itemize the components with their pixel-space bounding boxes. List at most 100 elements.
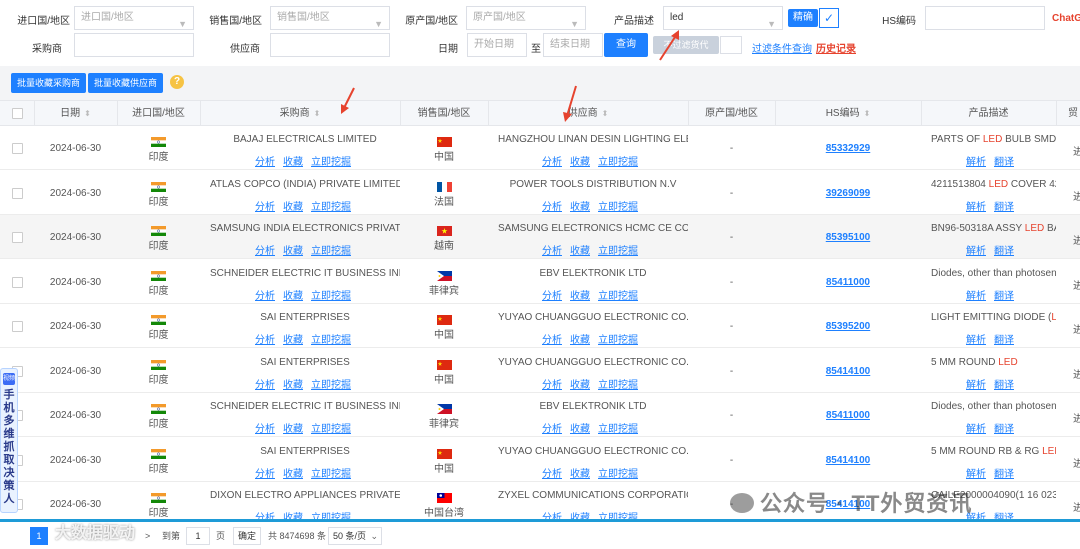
mine-link[interactable]: 立即挖掘 [598,246,638,257]
page-size-select[interactable]: 50 条/页 ⌄ [328,527,382,545]
translate-link[interactable]: 翻译 [994,157,1014,168]
collect-link[interactable]: 收藏 [283,157,303,168]
table-row[interactable]: 2024-06-30 印度 BAJAJ ELECTRICALS LIMITED 分析收… [0,126,1080,170]
table-row[interactable]: 2024-06-30 印度 SCHNEIDER ELECTRIC IT BUSINE… [0,259,1080,304]
row-hs-code[interactable]: 85411000 [775,410,921,421]
translate-link[interactable]: 翻译 [994,246,1014,257]
parse-link[interactable]: 解析 [966,335,986,346]
collect-link[interactable]: 收藏 [283,469,303,480]
mine-link[interactable]: 立即挖掘 [598,202,638,213]
end-date-input[interactable]: 结束日期 [543,33,603,57]
mine-link[interactable]: 立即挖掘 [598,424,638,435]
row-supplier[interactable]: EBV ELEKTRONIK LTD [498,268,688,279]
row-checkbox[interactable] [12,276,23,288]
row-supplier[interactable]: YUYAO CHUANGGUO ELECTRONIC CO.,LT [498,446,688,457]
mine-link[interactable]: 立即挖掘 [598,335,638,346]
row-buyer[interactable]: BAJAJ ELECTRICALS LIMITED [210,134,400,145]
analyze-link[interactable]: 分析 [255,469,275,480]
analyze-link[interactable]: 分析 [542,246,562,257]
exact-button[interactable]: 精确 [788,9,818,27]
batch-collect-buyers-button[interactable]: 批量收藏采购商 [11,73,87,93]
next-page-button[interactable]: > [145,527,150,545]
analyze-link[interactable]: 分析 [255,246,275,257]
col-date[interactable]: 日期 ⬍ [34,101,117,127]
analyze-link[interactable]: 分析 [542,380,562,391]
mine-link[interactable]: 立即挖掘 [311,157,351,168]
analyze-link[interactable]: 分析 [255,202,275,213]
row-hs-code[interactable]: 85414100 [775,455,921,466]
analyze-link[interactable]: 分析 [255,291,275,302]
mine-link[interactable]: 立即挖掘 [311,291,351,302]
help-icon[interactable]: ? [170,75,184,89]
table-row[interactable]: 2024-06-30 印度 SAI ENTERPRISES 分析 收藏 立即挖掘 中国 YUY… [0,304,1080,348]
row-checkbox[interactable] [12,321,23,332]
row-checkbox[interactable] [12,232,23,243]
row-supplier[interactable]: YUYAO CHUANGGUO ELECTRONIC CO.,LT [498,357,688,368]
origin-country-select[interactable]: 原产国/地区 ▼ [466,6,586,30]
parse-link[interactable]: 解析 [966,246,986,257]
goto-page-input[interactable]: 1 [186,527,210,545]
collect-link[interactable]: 收藏 [283,335,303,346]
mine-link[interactable]: 立即挖掘 [311,469,351,480]
analyze-link[interactable]: 分析 [542,335,562,346]
collect-link[interactable]: 收藏 [570,246,590,257]
mine-link[interactable]: 立即挖掘 [311,202,351,213]
translate-link[interactable]: 翻译 [994,424,1014,435]
hs-code-input[interactable] [925,6,1045,30]
mine-link[interactable]: 立即挖掘 [598,291,638,302]
start-date-input[interactable]: 开始日期 [467,33,527,57]
filter-toggle-box[interactable] [720,36,742,54]
row-buyer[interactable]: SAMSUNG INDIA ELECTRONICS PRIVATE L [210,223,400,234]
parse-link[interactable]: 解析 [966,469,986,480]
row-hs-code[interactable]: 85332929 [775,143,921,154]
row-supplier[interactable]: SAMSUNG ELECTRONICS HCMC CE COMP [498,223,688,234]
collect-link[interactable]: 收藏 [570,157,590,168]
parse-link[interactable]: 解析 [966,202,986,213]
row-buyer[interactable]: SAI ENTERPRISES [210,312,400,323]
row-buyer[interactable]: SCHNEIDER ELECTRIC IT BUSINESS INDIA [210,401,400,412]
table-row[interactable]: 2024-06-30 印度 SCHNEIDER ELECTRIC IT BUSINE… [0,393,1080,437]
row-checkbox[interactable] [12,143,23,154]
row-supplier[interactable]: POWER TOOLS DISTRIBUTION N.V [498,179,688,190]
query-button[interactable]: 查询 [604,33,648,57]
mine-link[interactable]: 立即挖掘 [598,469,638,480]
row-supplier[interactable]: YUYAO CHUANGGUO ELECTRONIC CO.,LT [498,312,688,323]
row-buyer[interactable]: SAI ENTERPRISES [210,446,400,457]
row-checkbox[interactable] [12,187,23,199]
col-hs-code[interactable]: HS编码 ⬍ [775,101,921,127]
buyer-input[interactable] [74,33,194,57]
history-link[interactable]: 历史记录 [816,40,856,55]
translate-link[interactable]: 翻译 [994,202,1014,213]
table-row[interactable]: 2024-06-30 印度 ATLAS COPCO (INDIA) PRIVATE … [0,170,1080,215]
translate-link[interactable]: 翻译 [994,335,1014,346]
mine-link[interactable]: 立即挖掘 [311,380,351,391]
supplier-input[interactable] [270,33,390,57]
collect-link[interactable]: 收藏 [283,246,303,257]
collect-link[interactable]: 收藏 [570,469,590,480]
parse-link[interactable]: 解析 [966,424,986,435]
goto-confirm-button[interactable]: 确定 [233,527,261,545]
analyze-link[interactable]: 分析 [255,335,275,346]
row-hs-code[interactable]: 85414100 [775,366,921,377]
col-buyer[interactable]: 采购商 ⬍ [200,101,400,127]
row-buyer[interactable]: DIXON ELECTRO APPLIANCES PRIVATE LI [210,490,400,501]
row-hs-code[interactable]: 85395200 [775,321,921,332]
mobile-widget[interactable]: 视频 手机多维抓取决策人 [0,368,18,513]
analyze-link[interactable]: 分析 [542,469,562,480]
exact-checkbox[interactable]: ✓ [819,8,839,28]
row-supplier[interactable]: HANGZHOU LINAN DESIN LIGHTING ELEC [498,134,688,145]
analyze-link[interactable]: 分析 [542,424,562,435]
analyze-link[interactable]: 分析 [255,424,275,435]
row-buyer[interactable]: SCHNEIDER ELECTRIC IT BUSINESS INDIA [210,268,400,279]
col-supplier[interactable]: 供应商 ⬍ [488,101,688,127]
translate-link[interactable]: 翻译 [994,469,1014,480]
row-supplier[interactable]: ZYXEL COMMUNICATIONS CORPORATION [498,490,688,501]
mine-link[interactable]: 立即挖掘 [311,335,351,346]
mine-link[interactable]: 立即挖掘 [598,380,638,391]
row-hs-code[interactable]: 85411000 [775,277,921,288]
analyze-link[interactable]: 分析 [542,291,562,302]
collect-link[interactable]: 收藏 [283,291,303,302]
chatgpt-link[interactable]: ChatG [1052,13,1080,24]
select-all-checkbox[interactable] [12,108,23,119]
product-desc-input[interactable]: led ▼ [663,6,783,30]
